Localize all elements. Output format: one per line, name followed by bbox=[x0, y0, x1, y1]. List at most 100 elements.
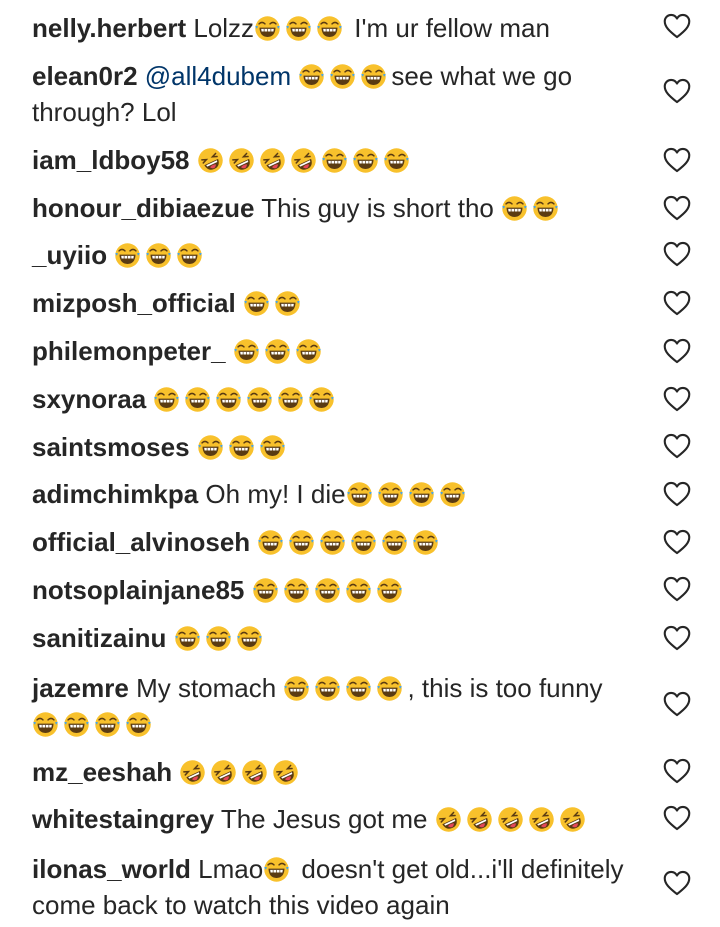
comment-username[interactable]: ilonas_world bbox=[32, 854, 191, 884]
rolling-on-floor-laughing-icon bbox=[435, 806, 462, 833]
face-with-tears-of-joy-icon bbox=[350, 529, 377, 556]
rolling-on-floor-laughing-icon bbox=[179, 759, 206, 786]
face-with-tears-of-joy-icon bbox=[283, 577, 310, 604]
rolling-on-floor-laughing-icon bbox=[290, 147, 317, 174]
heart-outline-icon[interactable] bbox=[663, 241, 691, 267]
face-with-tears-of-joy-icon bbox=[329, 63, 356, 90]
face-with-tears-of-joy-icon bbox=[215, 386, 242, 413]
comment-username[interactable]: jazemre bbox=[32, 673, 129, 703]
comment-username[interactable]: sanitizainu bbox=[32, 623, 166, 653]
face-with-tears-of-joy-icon bbox=[236, 625, 263, 652]
face-with-tears-of-joy-icon bbox=[197, 434, 224, 461]
comment-username[interactable]: elean0r2 bbox=[32, 61, 138, 91]
heart-outline-icon[interactable] bbox=[663, 870, 691, 896]
comment-username[interactable]: nelly.herbert bbox=[32, 13, 186, 43]
face-with-tears-of-joy-icon bbox=[176, 242, 203, 269]
heart-outline-icon[interactable] bbox=[663, 338, 691, 364]
face-with-tears-of-joy-icon bbox=[308, 386, 335, 413]
face-with-tears-of-joy-icon bbox=[32, 711, 59, 738]
heart-outline-icon[interactable] bbox=[663, 195, 691, 221]
face-with-tears-of-joy-icon bbox=[345, 675, 372, 702]
heart-outline-icon[interactable] bbox=[663, 481, 691, 507]
comment-text: nelly.herbert Lolzz I'm ur fellow man bbox=[32, 10, 632, 46]
face-with-tears-of-joy-icon bbox=[381, 529, 408, 556]
face-with-tears-of-joy-icon bbox=[383, 147, 410, 174]
comment-username[interactable]: honour_dibiaezue bbox=[32, 193, 254, 223]
comment-username[interactable]: _uyiio bbox=[32, 240, 107, 270]
face-with-tears-of-joy-icon bbox=[345, 577, 372, 604]
rolling-on-floor-laughing-icon bbox=[241, 759, 268, 786]
comment-text: adimchimkpa Oh my! I die bbox=[32, 476, 632, 512]
comment-username[interactable]: notsoplainjane85 bbox=[32, 575, 244, 605]
face-with-tears-of-joy-icon bbox=[125, 711, 152, 738]
comment-body: The Jesus got me bbox=[220, 804, 435, 834]
comment-body: , this is too funny bbox=[407, 673, 603, 703]
face-with-tears-of-joy-icon bbox=[412, 529, 439, 556]
comment-body: Lolzz bbox=[193, 13, 255, 43]
face-with-tears-of-joy-icon bbox=[174, 625, 201, 652]
face-with-tears-of-joy-icon bbox=[228, 434, 255, 461]
comment-text: jazemre My stomach , this is too funny bbox=[32, 670, 632, 742]
face-with-tears-of-joy-icon bbox=[277, 386, 304, 413]
comment-text: sanitizainu bbox=[32, 620, 632, 656]
mention-link[interactable]: @all4dubem bbox=[145, 61, 291, 91]
comment-text: mizposh_official bbox=[32, 285, 632, 321]
rolling-on-floor-laughing-icon bbox=[272, 759, 299, 786]
face-with-tears-of-joy-icon bbox=[184, 386, 211, 413]
comment-text: honour_dibiaezue This guy is short tho bbox=[32, 190, 632, 226]
face-with-tears-of-joy-icon bbox=[532, 195, 559, 222]
face-with-tears-of-joy-icon bbox=[314, 577, 341, 604]
heart-outline-icon[interactable] bbox=[663, 290, 691, 316]
comment-username[interactable]: philemonpeter_ bbox=[32, 336, 226, 366]
heart-outline-icon[interactable] bbox=[663, 758, 691, 784]
rolling-on-floor-laughing-icon bbox=[466, 806, 493, 833]
face-with-tears-of-joy-icon bbox=[295, 338, 322, 365]
comment-text: saintsmoses bbox=[32, 429, 632, 465]
face-with-tears-of-joy-icon bbox=[321, 147, 348, 174]
face-with-tears-of-joy-icon bbox=[377, 481, 404, 508]
comment-username[interactable]: whitestaingrey bbox=[32, 804, 214, 834]
face-with-tears-of-joy-icon bbox=[246, 386, 273, 413]
face-with-tears-of-joy-icon bbox=[439, 481, 466, 508]
comment-username[interactable]: mz_eeshah bbox=[32, 757, 172, 787]
face-with-tears-of-joy-icon bbox=[259, 434, 286, 461]
face-with-tears-of-joy-icon bbox=[205, 625, 232, 652]
face-with-tears-of-joy-icon bbox=[314, 675, 341, 702]
comment-username[interactable]: saintsmoses bbox=[32, 432, 190, 462]
heart-outline-icon[interactable] bbox=[663, 691, 691, 717]
comment-text: philemonpeter_ bbox=[32, 333, 632, 369]
comments-list: nelly.herbert Lolzz I'm ur fellow man ele… bbox=[0, 0, 720, 927]
face-with-tears-of-joy-icon bbox=[319, 529, 346, 556]
rolling-on-floor-laughing-icon bbox=[197, 147, 224, 174]
comment-username[interactable]: mizposh_official bbox=[32, 288, 236, 318]
rolling-on-floor-laughing-icon bbox=[497, 806, 524, 833]
heart-outline-icon[interactable] bbox=[663, 386, 691, 412]
heart-outline-icon[interactable] bbox=[663, 433, 691, 459]
face-with-tears-of-joy-icon bbox=[243, 290, 270, 317]
comment-text: ilonas_world Lmao doesn't get old...i'll… bbox=[32, 851, 632, 923]
comment-username[interactable]: adimchimkpa bbox=[32, 479, 198, 509]
face-with-tears-of-joy-icon bbox=[263, 856, 290, 883]
heart-outline-icon[interactable] bbox=[663, 147, 691, 173]
comment-text: iam_ldboy58 bbox=[32, 142, 632, 178]
comment-text: whitestaingrey The Jesus got me bbox=[32, 801, 632, 837]
heart-outline-icon[interactable] bbox=[663, 529, 691, 555]
comment-username[interactable]: iam_ldboy58 bbox=[32, 145, 190, 175]
comment-body: My stomach bbox=[136, 673, 284, 703]
rolling-on-floor-laughing-icon bbox=[559, 806, 586, 833]
comment-text: elean0r2 @all4dubem see what we go throu… bbox=[32, 58, 632, 130]
face-with-tears-of-joy-icon bbox=[145, 242, 172, 269]
heart-outline-icon[interactable] bbox=[663, 13, 691, 39]
face-with-tears-of-joy-icon bbox=[252, 577, 279, 604]
heart-outline-icon[interactable] bbox=[663, 625, 691, 651]
heart-outline-icon[interactable] bbox=[663, 805, 691, 831]
rolling-on-floor-laughing-icon bbox=[259, 147, 286, 174]
heart-outline-icon[interactable] bbox=[663, 576, 691, 602]
comment-username[interactable]: sxynoraa bbox=[32, 384, 146, 414]
comment-body: Lmao bbox=[198, 854, 264, 884]
heart-outline-icon[interactable] bbox=[663, 78, 691, 104]
face-with-tears-of-joy-icon bbox=[352, 147, 379, 174]
face-with-tears-of-joy-icon bbox=[360, 63, 387, 90]
face-with-tears-of-joy-icon bbox=[63, 711, 90, 738]
comment-username[interactable]: official_alvinoseh bbox=[32, 527, 250, 557]
